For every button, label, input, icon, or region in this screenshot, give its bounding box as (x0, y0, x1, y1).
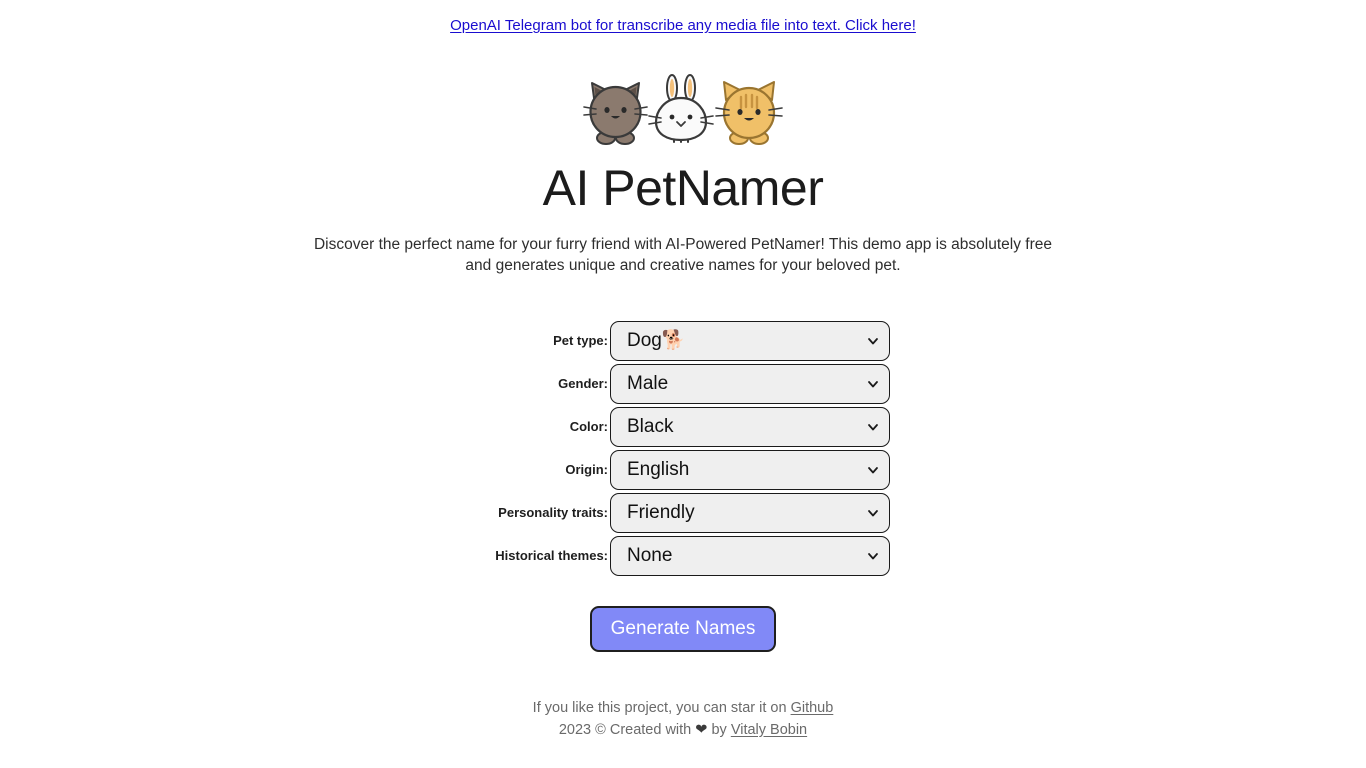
historical-themes-select[interactable]: None (610, 535, 890, 576)
origin-value: English (627, 459, 690, 480)
gender-label: Gender: (558, 376, 608, 391)
personality-traits-value: Friendly (627, 502, 695, 523)
form-row-origin: Origin: English (476, 449, 890, 490)
author-link[interactable]: Vitaly Bobin (731, 722, 807, 738)
personality-traits-label: Personality traits: (498, 505, 608, 520)
gender-select[interactable]: Male (610, 363, 890, 404)
promo-bar: OpenAI Telegram bot for transcribe any m… (0, 17, 1366, 39)
footer-line-credit: 2023 © Created with ❤ by Vitaly Bobin (533, 719, 834, 741)
rabbit-illustration (648, 74, 714, 148)
footer-star-text: If you like this project, you can star i… (532, 699, 791, 716)
color-select[interactable]: Black (610, 406, 890, 447)
heart-icon: ❤ (695, 721, 708, 738)
pets-illustration (582, 74, 784, 148)
historical-themes-select-wrap: None (610, 535, 890, 576)
page-root: OpenAI Telegram bot for transcribe any m… (0, 0, 1366, 768)
pet-type-value: Dog🐕 (627, 330, 686, 351)
footer-credit-middle: by (707, 721, 731, 738)
telegram-bot-promo-link[interactable]: OpenAI Telegram bot for transcribe any m… (450, 17, 916, 34)
color-label: Color: (569, 419, 608, 434)
form-row-historical-themes: Historical themes: None (476, 535, 890, 576)
submit-row: Generate Names (0, 605, 1366, 652)
origin-select[interactable]: English (610, 449, 890, 490)
color-value: Black (627, 416, 674, 437)
pet-options-form: Pet type: Dog🐕 Gender: Male Color: Black… (476, 320, 890, 576)
pet-type-label: Pet type: (553, 333, 608, 348)
pet-type-select-wrap: Dog🐕 (610, 320, 890, 361)
footer: If you like this project, you can star i… (533, 697, 834, 741)
intro-description: Discover the perfect name for your furry… (313, 236, 1052, 274)
form-row-personality-traits: Personality traits: Friendly (476, 492, 890, 533)
gender-select-wrap: Male (610, 363, 890, 404)
form-row-color: Color: Black (476, 406, 890, 447)
generate-names-button[interactable]: Generate Names (589, 605, 777, 652)
dog-illustration (582, 78, 648, 148)
origin-label: Origin: (565, 462, 608, 477)
personality-traits-select[interactable]: Friendly (610, 492, 890, 533)
page-title: AI PetNamer (542, 160, 824, 216)
historical-themes-label: Historical themes: (495, 548, 608, 563)
personality-traits-select-wrap: Friendly (610, 492, 890, 533)
historical-themes-value: None (627, 545, 673, 566)
footer-line-star: If you like this project, you can star i… (533, 697, 834, 719)
cat-illustration (714, 78, 784, 148)
github-link[interactable]: Github (791, 700, 834, 716)
pet-type-select[interactable]: Dog🐕 (610, 320, 890, 361)
form-row-gender: Gender: Male (476, 363, 890, 404)
color-select-wrap: Black (610, 406, 890, 447)
origin-select-wrap: English (610, 449, 890, 490)
gender-value: Male (627, 373, 669, 394)
form-row-pet-type: Pet type: Dog🐕 (476, 320, 890, 361)
footer-credit-prefix: 2023 © Created with (558, 721, 696, 738)
